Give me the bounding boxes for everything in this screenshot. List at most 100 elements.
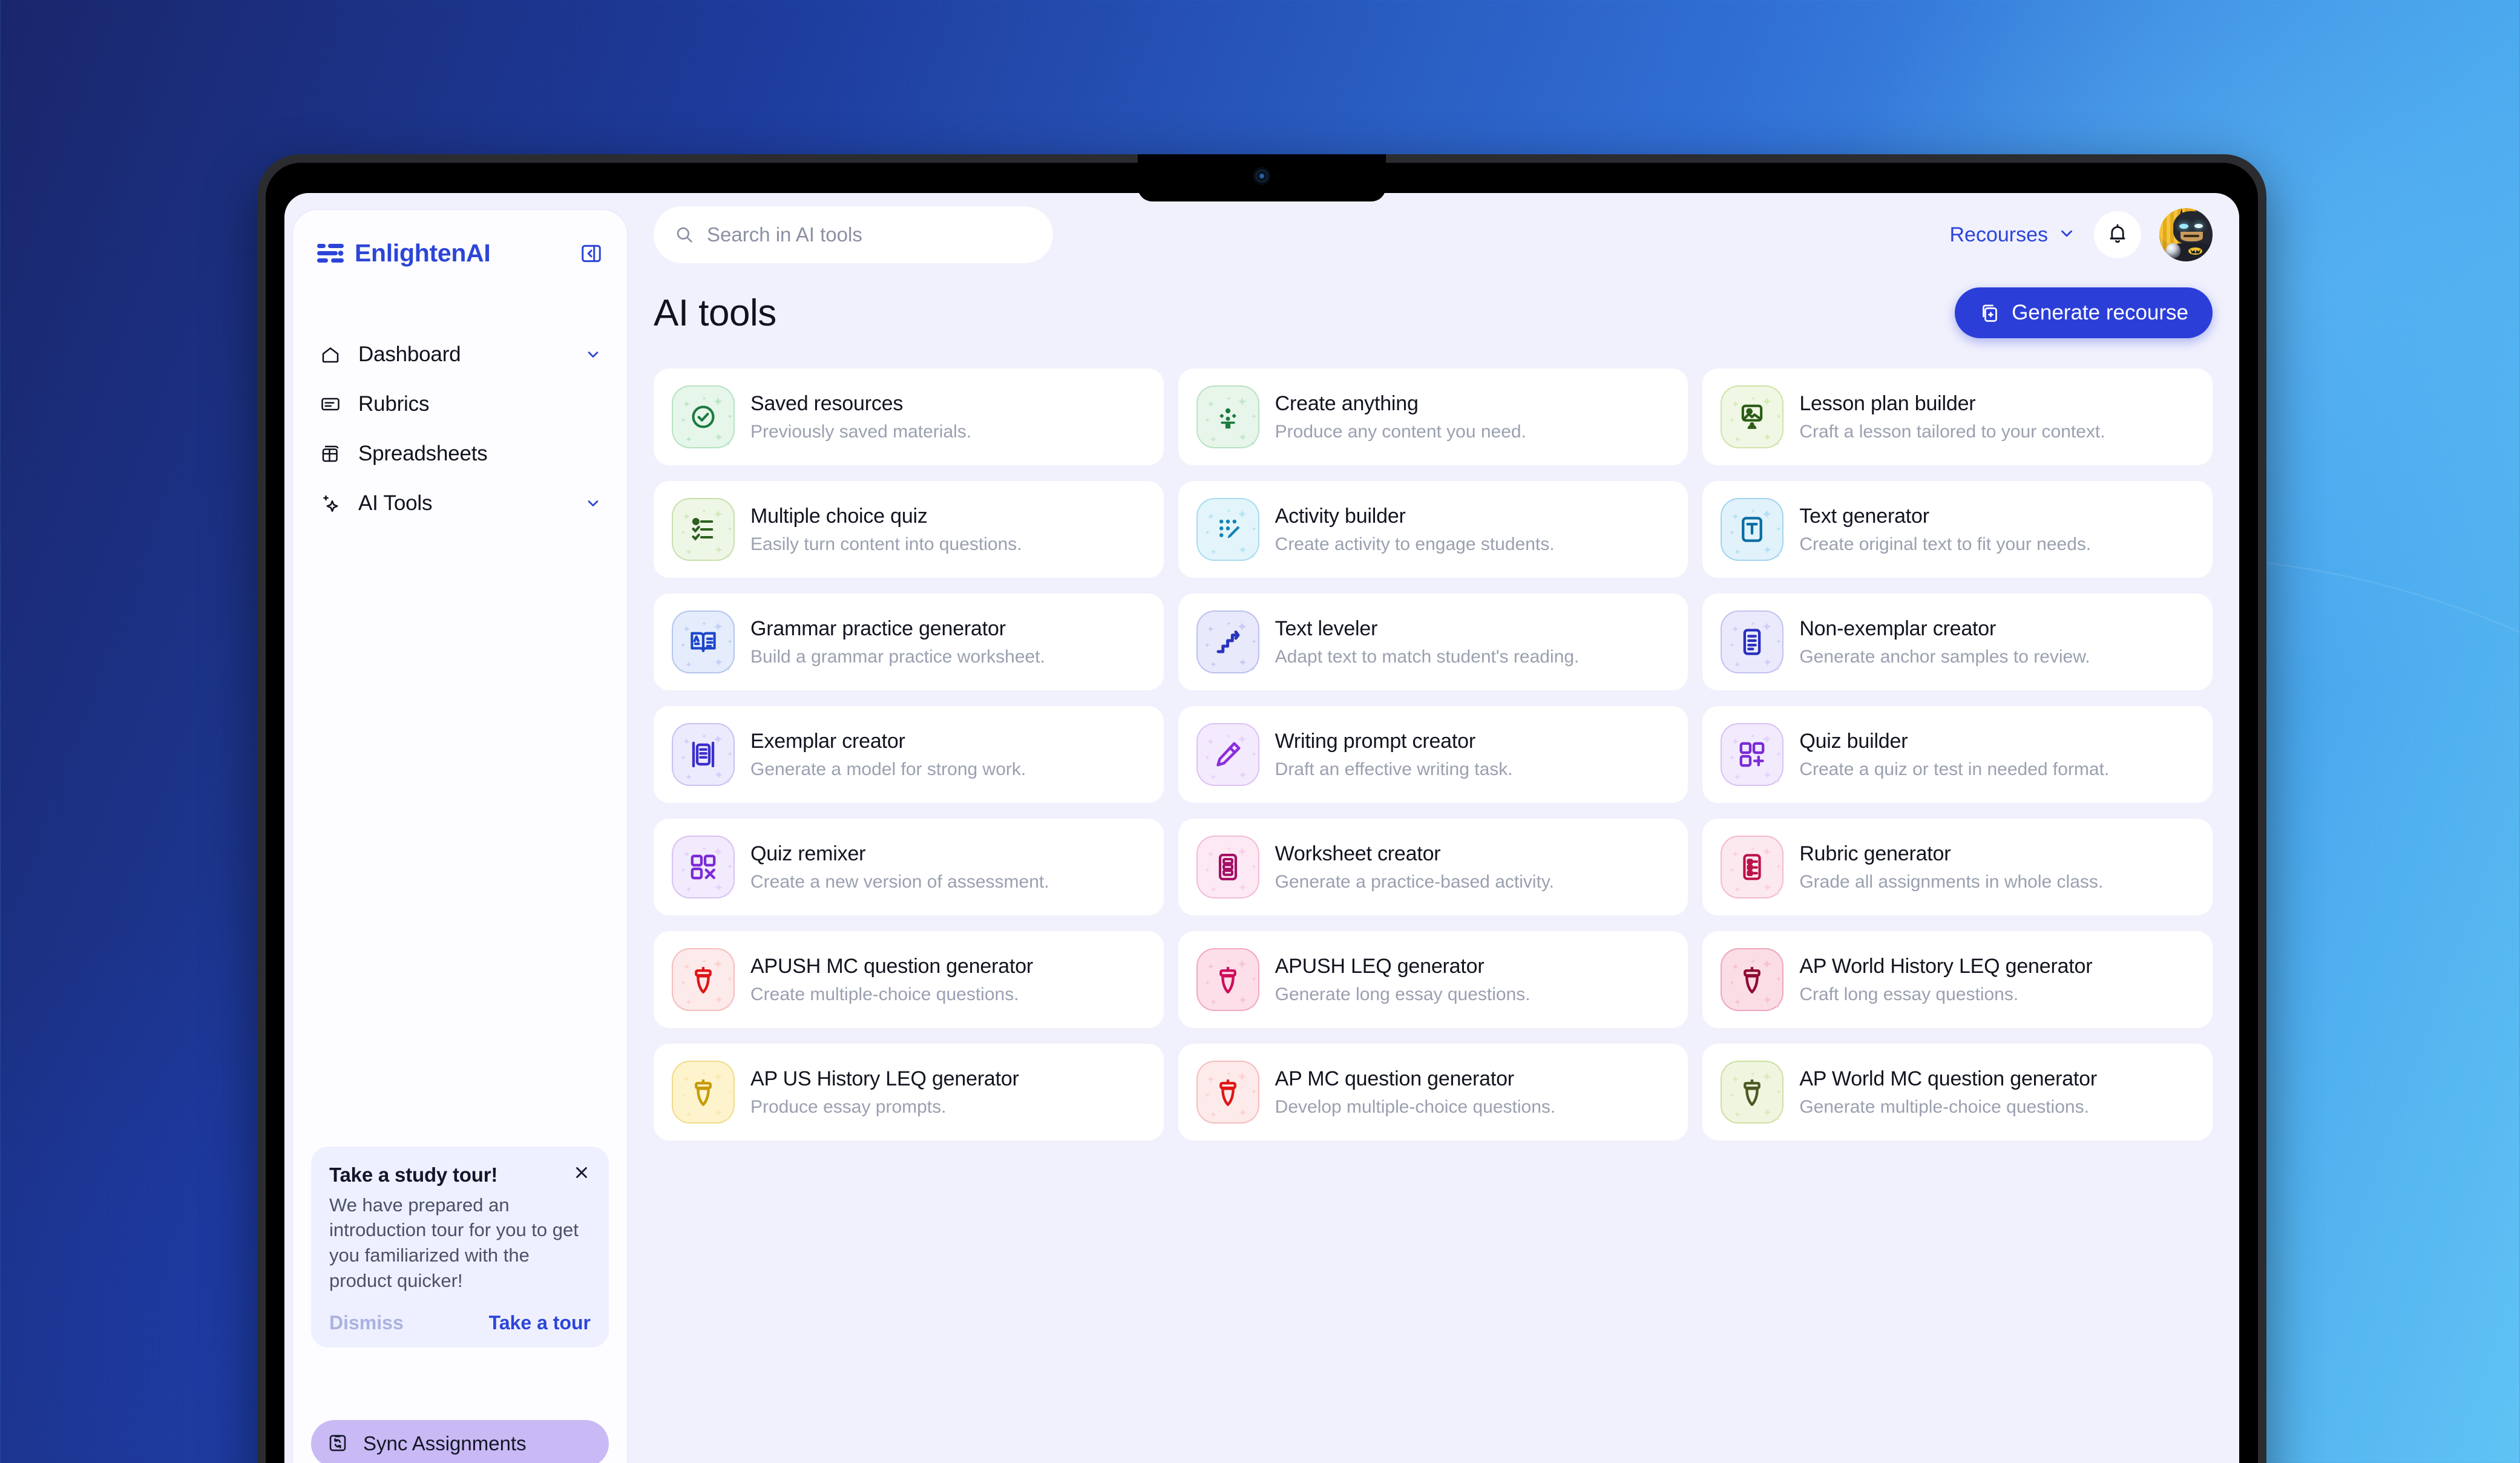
tool-card[interactable]: Grammar practice generator Build a gramm… [654, 594, 1164, 690]
sidebar: EnlightenAI Dashboard Rubrics Spreadshee… [293, 210, 627, 1463]
tool-card-title: Writing prompt creator [1275, 729, 1476, 753]
tool-card[interactable]: Multiple choice quiz Easily turn content… [654, 481, 1164, 578]
tool-card-texts: Multiple choice quiz Easily turn content… [750, 505, 1022, 555]
tool-card[interactable]: AP World MC question generator Generate … [1702, 1044, 2213, 1141]
sidebar-item-label: AI Tools [358, 491, 433, 515]
bell-icon [2106, 222, 2129, 248]
tool-card[interactable]: Quiz builder Create a quiz or test in ne… [1702, 706, 2213, 803]
study-tour-actions: Dismiss Take a tour [329, 1312, 591, 1334]
worksheet-icon [1196, 836, 1259, 898]
tool-card-title: Text leveler [1275, 617, 1378, 640]
tool-card-title: Quiz builder [1799, 729, 1908, 753]
tool-card-texts: Create anything Produce any content you … [1275, 392, 1526, 442]
tool-card[interactable]: Non-exemplar creator Generate anchor sam… [1702, 594, 2213, 690]
tool-card-subtitle: Generate anchor samples to review. [1799, 646, 2090, 667]
tool-card[interactable]: Worksheet creator Generate a practice-ba… [1178, 819, 1688, 915]
tool-card-subtitle: Draft an effective writing task. [1275, 759, 1513, 779]
tool-card-title: AP US History LEQ generator [750, 1067, 1019, 1090]
tool-card[interactable]: Text leveler Adapt text to match student… [1178, 594, 1688, 690]
close-icon[interactable] [573, 1164, 591, 1182]
tool-card[interactable]: AP US History LEQ generator Produce essa… [654, 1044, 1164, 1141]
rubric-icon [318, 392, 343, 416]
generate-recourse-label: Generate recourse [2012, 301, 2188, 324]
spreadsheet-icon [318, 442, 343, 466]
sidebar-item-ai-tools[interactable]: AI Tools [311, 482, 609, 525]
tool-card-subtitle: Create a new version of assessment. [750, 871, 1049, 892]
doc-frame-icon [672, 723, 735, 786]
device-frame: EnlightenAI Dashboard Rubrics Spreadshee… [257, 154, 2266, 1463]
tool-card-texts: Worksheet creator Generate a practice-ba… [1275, 842, 1554, 892]
search-input[interactable] [707, 223, 1032, 246]
study-tour-card: Take a study tour! We have prepared an i… [311, 1146, 609, 1347]
acorn-icon [1721, 1061, 1784, 1124]
notifications-button[interactable] [2094, 211, 2141, 258]
tool-card-title: Lesson plan builder [1799, 391, 1976, 415]
tool-card-title: APUSH LEQ generator [1275, 954, 1485, 978]
pen-icon [1196, 723, 1259, 786]
tool-card-title: Create anything [1275, 391, 1419, 415]
sync-assignments-button[interactable]: Sync Assignments [311, 1420, 609, 1463]
acorn-icon [672, 948, 735, 1011]
tool-card[interactable]: Lesson plan builder Craft a lesson tailo… [1702, 368, 2213, 465]
tool-card-title: APUSH MC question generator [750, 954, 1034, 978]
rubric-doc-icon [1721, 836, 1784, 898]
sidebar-item-rubrics[interactable]: Rubrics [311, 382, 609, 426]
take-a-tour-button[interactable]: Take a tour [489, 1312, 591, 1334]
acorn-icon [1196, 948, 1259, 1011]
camera-lens-icon [1259, 174, 1264, 178]
tool-card-subtitle: Previously saved materials. [750, 421, 972, 442]
tool-card[interactable]: APUSH LEQ generator Generate long essay … [1178, 931, 1688, 1028]
sidebar-item-spreadsheets[interactable]: Spreadsheets [311, 432, 609, 476]
sidebar-nav: Dashboard Rubrics Spreadsheets AI Tools [311, 333, 609, 525]
tool-card[interactable]: Rubric generator Grade all assignments i… [1702, 819, 2213, 915]
search-icon [674, 224, 695, 245]
tool-card[interactable]: AP World History LEQ generator Craft lon… [1702, 931, 2213, 1028]
tool-card[interactable]: Exemplar creator Generate a model for st… [654, 706, 1164, 803]
tool-card[interactable]: AP MC question generator Develop multipl… [1178, 1044, 1688, 1141]
main-content: Recourses [627, 193, 2239, 1463]
tool-card-texts: AP World MC question generator Generate … [1799, 1067, 2097, 1118]
tool-card-subtitle: Create activity to engage students. [1275, 534, 1555, 554]
generate-icon [1979, 302, 2001, 324]
chevron-down-icon[interactable] [585, 346, 602, 363]
sync-button-label: Sync Assignments [363, 1432, 527, 1455]
tool-card-subtitle: Grade all assignments in whole class. [1799, 871, 2104, 892]
chevron-down-icon [2058, 224, 2076, 246]
brand-name: EnlightenAI [355, 239, 491, 267]
tool-card-title: Saved resources [750, 391, 904, 415]
tool-card[interactable]: Saved resources Previously saved materia… [654, 368, 1164, 465]
tool-card-title: Activity builder [1275, 504, 1406, 528]
avatar[interactable] [2159, 208, 2213, 261]
brand[interactable]: EnlightenAI [311, 231, 609, 267]
tool-card[interactable]: Activity builder Create activity to enga… [1178, 481, 1688, 578]
sidebar-item-dashboard[interactable]: Dashboard [311, 333, 609, 376]
tool-card-title: Non-exemplar creator [1799, 617, 1997, 640]
tool-card-texts: AP World History LEQ generator Craft lon… [1799, 955, 2092, 1005]
collapse-sidebar-icon[interactable] [580, 242, 603, 265]
tool-card[interactable]: APUSH MC question generator Create multi… [654, 931, 1164, 1028]
tool-card-subtitle: Produce any content you need. [1275, 421, 1526, 442]
tool-card-title: Rubric generator [1799, 842, 1951, 865]
tool-card[interactable]: Writing prompt creator Draft an effectiv… [1178, 706, 1688, 803]
tool-card-texts: Rubric generator Grade all assignments i… [1799, 842, 2103, 892]
open-book-icon [672, 610, 735, 673]
generate-recourse-button[interactable]: Generate recourse [1955, 287, 2213, 338]
tool-card[interactable]: Create anything Produce any content you … [1178, 368, 1688, 465]
tool-card-subtitle: Build a grammar practice worksheet. [750, 646, 1045, 667]
dismiss-button[interactable]: Dismiss [329, 1312, 404, 1334]
tool-card-subtitle: Craft long essay questions. [1799, 984, 2019, 1004]
recourses-dropdown[interactable]: Recourses [1949, 223, 2076, 247]
tool-card-texts: Lesson plan builder Craft a lesson tailo… [1799, 392, 2105, 442]
tool-card-title: Grammar practice generator [750, 617, 1006, 640]
tool-card[interactable]: Quiz remixer Create a new version of ass… [654, 819, 1164, 915]
tool-card-texts: Quiz remixer Create a new version of ass… [750, 842, 1049, 892]
tool-card-subtitle: Create multiple-choice questions. [750, 984, 1019, 1004]
search-box[interactable] [654, 206, 1053, 263]
chevron-down-icon[interactable] [585, 495, 602, 512]
acorn-icon [1721, 948, 1784, 1011]
sidebar-item-label: Dashboard [358, 342, 461, 366]
tool-card-texts: Quiz builder Create a quiz or test in ne… [1799, 730, 2109, 780]
tool-card-title: AP World History LEQ generator [1799, 954, 2093, 978]
tool-card-texts: APUSH LEQ generator Generate long essay … [1275, 955, 1531, 1005]
tool-card[interactable]: Text generator Create original text to f… [1702, 481, 2213, 578]
